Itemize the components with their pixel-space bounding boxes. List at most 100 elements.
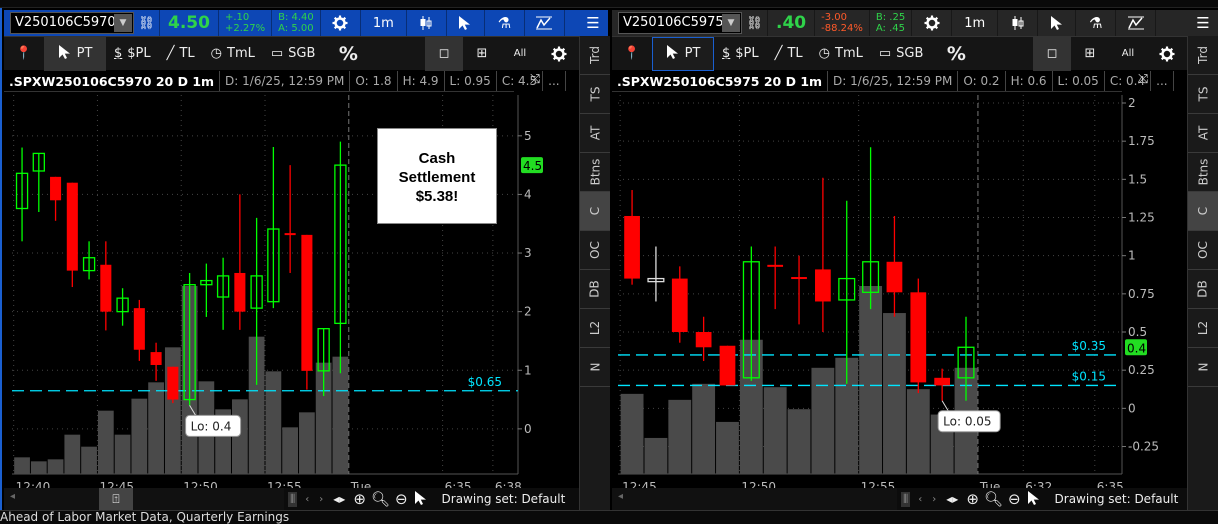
volume-bar <box>620 393 644 474</box>
news-headline[interactable]: Ahead of Labor Market Data, Quarterly Ea… <box>0 511 289 524</box>
x-tick-label: 12:50 <box>741 480 776 488</box>
drawings-icon[interactable] <box>525 10 565 36</box>
zoom-out-icon[interactable]: ⊖ <box>395 490 408 508</box>
interval-button[interactable]: 1m <box>361 10 407 36</box>
candlestick-style-icon[interactable] <box>998 10 1039 36</box>
side-tab-db[interactable]: DB <box>1188 270 1218 309</box>
candlestick-style-icon[interactable] <box>407 10 447 36</box>
scroll-forward-icon[interactable]: › <box>932 494 936 505</box>
side-tab-n[interactable]: N <box>580 348 610 387</box>
menu-icon[interactable]: ☰ <box>578 10 608 36</box>
side-tab-oc[interactable]: OC <box>580 231 610 270</box>
side-tab-c[interactable]: C <box>1188 192 1218 231</box>
drawing-set-selector[interactable]: Drawing set: Default <box>1055 492 1179 506</box>
horizontal-scroll-area[interactable]: ◂ ⍐ <box>4 488 284 510</box>
side-tab-ts[interactable]: TS <box>580 75 610 114</box>
scroll-left-icon[interactable]: ◂ <box>618 491 623 502</box>
side-tab-n[interactable]: N <box>1188 348 1218 387</box>
side-tab-db[interactable]: DB <box>580 270 610 309</box>
y-tick-label: 0 <box>524 422 532 436</box>
side-tab-ts[interactable]: TS <box>1188 75 1218 114</box>
toolbar-gear-icon[interactable] <box>1147 37 1187 71</box>
trendline-tool-button[interactable]: ╱ TL <box>159 37 203 71</box>
expand-time-icon[interactable]: ◂▸ <box>946 492 958 506</box>
interval-button[interactable]: 1m <box>952 10 999 36</box>
menu-icon[interactable]: ☰ <box>1188 10 1218 36</box>
pointer-tool-button[interactable]: PT <box>44 36 106 71</box>
symbol-dropdown-button[interactable]: ▼ <box>722 14 740 32</box>
pin-icon[interactable]: 📍 <box>4 37 44 71</box>
volume-bar <box>644 437 668 474</box>
horizontal-scroll-area[interactable]: ◂ <box>612 488 897 510</box>
more-info[interactable]: ... <box>543 71 566 91</box>
y-tick-label: 0 <box>1128 401 1136 415</box>
volume-bar <box>332 356 349 474</box>
settings-gear-icon[interactable] <box>912 10 953 36</box>
side-tab-at[interactable]: AT <box>1188 114 1218 153</box>
side-tab-l2[interactable]: L2 <box>1188 309 1218 348</box>
cursor-icon[interactable] <box>1038 10 1077 36</box>
percent-tool-button[interactable]: % <box>323 37 373 71</box>
scroll-left-icon[interactable]: ◂ <box>10 491 15 502</box>
scroll-back-icon[interactable]: ‹ <box>918 494 922 505</box>
side-tab-btns[interactable]: Btns <box>1188 153 1218 192</box>
side-tab-trd[interactable]: Trd <box>1188 36 1218 75</box>
cash-settlement-note[interactable]: Cash Settlement $5.38! <box>377 128 497 224</box>
side-tab-c[interactable]: C <box>580 192 610 231</box>
expand-time-icon[interactable]: ◂▸ <box>333 492 345 506</box>
all-button[interactable]: All <box>1109 37 1147 71</box>
sgb-label: SGB <box>288 46 316 61</box>
studies-flask-icon[interactable]: ⚗ <box>1076 10 1117 36</box>
side-tab-l2[interactable]: L2 <box>580 309 610 348</box>
zoom-in-icon[interactable]: 🔍︎ <box>371 490 390 508</box>
pointer-tool-button[interactable]: PT <box>652 36 714 71</box>
zoom-out-icon[interactable]: ⊖ <box>1008 490 1021 508</box>
pin-icon[interactable]: 📍 <box>612 37 652 71</box>
timeline-tool-button[interactable]: ◷ TmL <box>203 37 263 71</box>
side-tab-trd[interactable]: Trd <box>580 36 610 75</box>
studies-flask-icon[interactable]: ⚗ <box>485 10 525 36</box>
sgb-tool-button[interactable]: ▭ SGB <box>263 37 324 71</box>
single-layout-button[interactable]: ◻ <box>425 36 463 71</box>
side-tab-btns[interactable]: Btns <box>580 153 610 192</box>
cursor-icon[interactable] <box>447 10 485 36</box>
toolbar-gear-icon[interactable] <box>539 37 579 71</box>
zoom-in-icon[interactable]: 🔍︎ <box>984 490 1003 508</box>
scrollbar-handle[interactable]: ⦀ <box>901 491 911 507</box>
crosshair-icon[interactable]: ⊕ <box>353 490 366 508</box>
crosshair-icon[interactable]: ⊕ <box>966 490 979 508</box>
all-button[interactable]: All <box>501 37 539 71</box>
sgb-tool-button[interactable]: ▭ SGB <box>871 37 932 71</box>
symbol-input[interactable]: V250106C5970 ▼ <box>10 12 134 34</box>
link-icon[interactable]: ⛓ <box>742 10 768 36</box>
symbol-dropdown-button[interactable]: ▼ <box>114 14 132 32</box>
scrollbar-handle[interactable]: ⦀ <box>288 491 298 507</box>
expand-panel-button[interactable]: ⍐ <box>99 488 133 510</box>
settings-gear-icon[interactable] <box>321 10 361 36</box>
price-chart[interactable]: -0.25 0 0.25 0.5 0.75 1 1.25 1.5 1.75 2 12:45 12:50… <box>610 95 1187 488</box>
pl-tool-button[interactable]: $ $PL <box>106 37 159 71</box>
more-info[interactable]: ... <box>1151 71 1174 91</box>
collapse-arrows-icon[interactable]: ⤨ <box>1138 72 1148 87</box>
grid-layout-button[interactable]: ⊞ <box>463 37 501 71</box>
symbol-input[interactable]: V250106C5975 ▼ <box>618 12 742 34</box>
pointer-icon <box>58 44 72 64</box>
scroll-forward-icon[interactable]: › <box>319 494 323 505</box>
grid-layout-button[interactable]: ⊞ <box>1071 37 1109 71</box>
drawing-set-selector[interactable]: Drawing set: Default <box>442 492 566 506</box>
percent-tool-button[interactable]: % <box>931 37 981 71</box>
y-tick-label: 1 <box>524 363 532 377</box>
pointer-mode-icon[interactable] <box>414 490 428 509</box>
link-icon[interactable]: ⛓ <box>134 10 160 36</box>
single-layout-button[interactable]: ◻ <box>1033 36 1071 71</box>
pl-tool-button[interactable]: $ $PL <box>714 37 767 71</box>
pointer-mode-icon[interactable] <box>1027 490 1041 509</box>
trendline-tool-button[interactable]: ╱ TL <box>767 37 811 71</box>
collapse-arrows-icon[interactable]: ⤨ <box>530 72 540 87</box>
side-tab-oc[interactable]: OC <box>1188 231 1218 270</box>
drawings-icon[interactable] <box>1116 10 1157 36</box>
candle-body-down <box>767 264 784 267</box>
side-tab-at[interactable]: AT <box>580 114 610 153</box>
timeline-tool-button[interactable]: ◷ TmL <box>811 37 871 71</box>
scroll-back-icon[interactable]: ‹ <box>305 494 309 505</box>
